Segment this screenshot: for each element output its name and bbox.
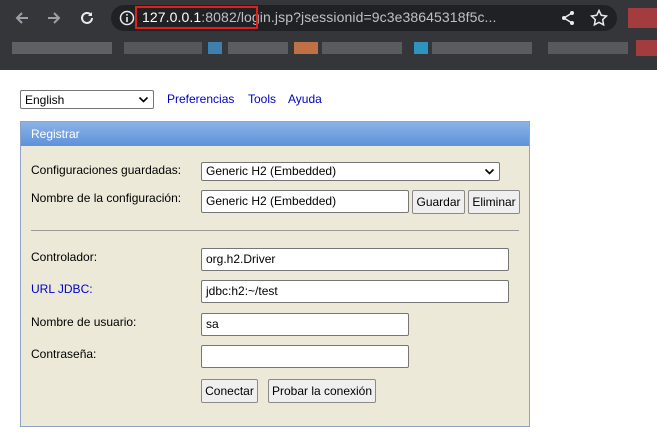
bookmark-item[interactable] (432, 42, 532, 54)
url-highlight-box (135, 6, 258, 29)
language-select[interactable]: English (20, 90, 154, 109)
language-selected: English (25, 92, 65, 107)
user-name-label: Nombre de usuario: (31, 315, 137, 329)
password-input[interactable] (201, 345, 409, 368)
driver-input[interactable]: org.h2.Driver (201, 248, 509, 271)
save-button[interactable]: Guardar (412, 190, 465, 214)
url-path: login.jsp?jsessionid=9c3e38645318f5c... (240, 9, 497, 25)
profile-avatar[interactable] (628, 8, 657, 28)
back-button[interactable] (10, 6, 34, 30)
saved-settings-value: Generic H2 (Embedded) (206, 164, 337, 178)
setting-name-input[interactable]: Generic H2 (Embedded) (201, 190, 409, 213)
jdbc-url-link[interactable]: URL JDBC: (31, 282, 93, 296)
login-title: Registrar (21, 122, 529, 146)
chevron-down-icon (138, 96, 149, 103)
browser-chrome: 127.0.0.1:8082/login.jsp?jsessionid=9c3e… (0, 0, 657, 70)
jdbc-url-input[interactable]: jdbc:h2:~/test (201, 280, 509, 303)
help-link[interactable]: Ayuda (288, 92, 322, 106)
saved-settings-label: Configuraciones guardadas: (31, 163, 182, 177)
bookmark-item[interactable] (294, 42, 318, 54)
bookmark-item[interactable] (414, 42, 428, 54)
divider (31, 230, 519, 231)
info-icon[interactable] (119, 10, 135, 26)
bookmark-item[interactable] (548, 42, 628, 54)
bookmark-item[interactable] (124, 42, 202, 54)
bookmark-item[interactable] (228, 42, 288, 54)
bookmark-item[interactable] (636, 40, 657, 56)
page-content: English Preferencias Tools Ayuda Registr… (0, 70, 657, 443)
test-connection-button[interactable]: Probar la conexión (268, 379, 376, 403)
connect-button[interactable]: Conectar (201, 379, 258, 403)
password-label: Contraseña: (31, 347, 97, 361)
setting-name-label: Nombre de la configuración: (31, 191, 182, 205)
browser-toolbar: 127.0.0.1:8082/login.jsp?jsessionid=9c3e… (0, 0, 657, 36)
user-name-input[interactable]: sa (201, 313, 409, 336)
bookmark-item[interactable] (208, 42, 222, 54)
forward-button[interactable] (42, 6, 66, 30)
bookmark-item[interactable] (322, 42, 402, 54)
preferences-link[interactable]: Preferencias (167, 92, 234, 106)
address-bar[interactable]: 127.0.0.1:8082/login.jsp?jsessionid=9c3e… (111, 5, 617, 31)
tools-link[interactable]: Tools (248, 92, 276, 106)
back-arrow-icon (15, 12, 28, 24)
remove-button[interactable]: Eliminar (468, 190, 520, 214)
reload-button[interactable] (75, 6, 99, 30)
share-icon[interactable] (560, 10, 576, 26)
chevron-down-icon (484, 168, 495, 175)
reload-icon (81, 11, 93, 24)
star-icon[interactable] (590, 9, 608, 27)
login-panel: Registrar Configuraciones guardadas: Gen… (20, 121, 530, 427)
driver-label: Controlador: (31, 250, 98, 264)
forward-arrow-icon (48, 12, 61, 24)
bookmarks-bar (0, 36, 657, 70)
saved-settings-select[interactable]: Generic H2 (Embedded) (201, 162, 500, 181)
bookmark-item[interactable] (12, 42, 112, 54)
